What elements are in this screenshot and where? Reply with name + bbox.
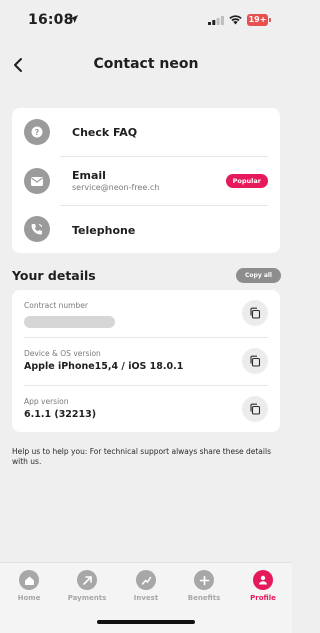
home-indicator — [97, 620, 195, 624]
home-icon — [19, 570, 39, 590]
payments-icon — [77, 570, 97, 590]
copy-icon — [250, 307, 261, 319]
detail-label: Contract number — [24, 301, 88, 310]
invest-icon — [136, 570, 156, 590]
copy-contract-button[interactable] — [242, 300, 268, 326]
detail-label: Device & OS version — [24, 349, 101, 358]
detail-value: 6.1.1 (32213) — [24, 409, 97, 420]
copy-all-button[interactable]: Copy all — [236, 268, 281, 283]
copy-icon — [250, 355, 261, 367]
nav-label: Payments — [67, 594, 107, 602]
detail-label: App version — [24, 397, 69, 406]
contact-item-faq[interactable]: ? Check FAQ — [12, 108, 280, 156]
nav-item-profile[interactable]: Profile — [234, 570, 292, 602]
contract-number-redacted — [24, 316, 115, 328]
mail-icon — [24, 168, 50, 194]
detail-row-contract: Contract number — [12, 290, 280, 336]
detail-row-app: App version 6.1.1 (32213) — [12, 386, 280, 432]
profile-icon — [253, 570, 273, 590]
nav-item-benefits[interactable]: Benefits — [175, 570, 233, 602]
contact-options-card: ? Check FAQ Email service@neon-free.ch P… — [12, 108, 280, 253]
page-title: Contact neon — [93, 56, 199, 72]
nav-item-payments[interactable]: Payments — [58, 570, 116, 602]
nav-label: Invest — [133, 594, 159, 602]
cellular-signal-icon — [208, 16, 224, 25]
help-text: Help us to help you: For technical suppo… — [12, 447, 271, 466]
nav-label: Benefits — [187, 594, 221, 602]
svg-text:?: ? — [35, 128, 40, 137]
contact-item-label: Telephone — [72, 224, 136, 237]
battery-cap — [269, 18, 271, 22]
phone-icon — [24, 216, 50, 242]
section-title: Your details — [12, 268, 96, 283]
battery-indicator: 19+ — [247, 14, 268, 26]
header: Contact neon — [0, 46, 292, 86]
detail-row-device: Device & OS version Apple iPhone15,4 / i… — [12, 338, 280, 384]
nav-label: Profile — [250, 594, 276, 602]
contact-item-telephone[interactable]: Telephone — [12, 206, 280, 253]
email-address: service@neon-free.ch — [72, 183, 160, 192]
location-arrow-icon — [70, 15, 78, 23]
nav-item-home[interactable]: Home — [0, 570, 58, 602]
copy-app-version-button[interactable] — [242, 396, 268, 422]
status-bar: 16:08 19+ — [0, 0, 292, 40]
status-time: 16:08 — [28, 12, 74, 28]
nav-label: Home — [17, 594, 41, 602]
question-icon: ? — [24, 119, 50, 145]
contact-item-label: Email — [72, 169, 106, 182]
nav-item-invest[interactable]: Invest — [117, 570, 175, 602]
popular-badge: Popular — [225, 174, 268, 188]
benefits-icon — [194, 570, 214, 590]
copy-icon — [250, 403, 261, 415]
detail-value: Apple iPhone15,4 / iOS 18.0.1 — [24, 361, 184, 372]
contact-item-label: Check FAQ — [72, 126, 138, 139]
wifi-icon — [229, 15, 242, 25]
copy-device-button[interactable] — [242, 348, 268, 374]
contact-item-email[interactable]: Email service@neon-free.ch Popular — [12, 157, 280, 205]
details-card: Contract number Device & OS version Appl… — [12, 290, 280, 432]
